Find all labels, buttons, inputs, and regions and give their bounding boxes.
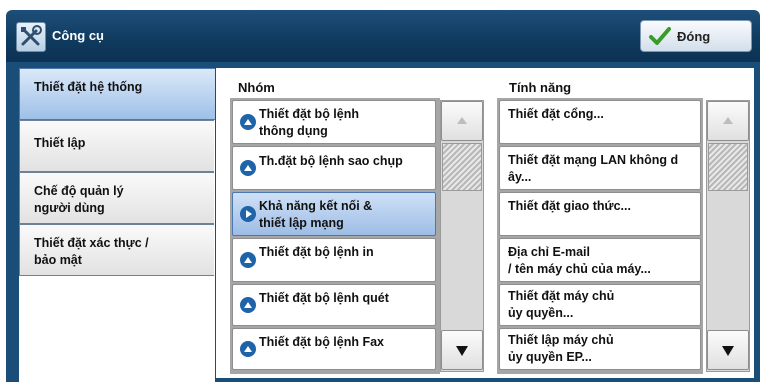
tab-label: Chế độ quản lý người dùng xyxy=(34,184,124,215)
feature-item[interactable]: Thiết đặt mạng LAN không d ây... xyxy=(499,146,701,190)
group-item-selected[interactable]: Khả năng kết nối & thiết lập mạng xyxy=(232,192,436,236)
group-item[interactable]: Thiết đặt bộ lệnh quét xyxy=(232,284,436,326)
checkmark-icon xyxy=(649,26,671,46)
feature-item-label: Địa chỉ E-mail / tên máy chủ của máy... xyxy=(508,245,651,276)
up-circle-icon xyxy=(240,114,256,130)
tab-label: Thiết đặt hệ thống xyxy=(34,80,143,94)
group-item[interactable]: Thiết đặt bộ lệnh thông dụng xyxy=(232,100,436,144)
group-item-label: Thiết đặt bộ lệnh Fax xyxy=(259,335,385,349)
group-column-header: Nhóm xyxy=(238,80,275,95)
feature-item[interactable]: Thiết đặt cổng... xyxy=(499,100,701,144)
tab-user-management[interactable]: Chế độ quản lý người dùng xyxy=(19,172,214,224)
title-bar: Công cụ Đóng xyxy=(6,10,760,62)
tab-system-settings[interactable]: Thiết đặt hệ thống xyxy=(19,68,215,120)
arrow-down-icon xyxy=(722,346,734,356)
feature-item-label: Thiết đặt giao thức... xyxy=(508,199,631,213)
feature-item[interactable]: Địa chỉ E-mail / tên máy chủ của máy... xyxy=(499,238,701,282)
right-circle-icon xyxy=(240,206,256,222)
feature-item[interactable]: Thiết đặt giao thức... xyxy=(499,192,701,236)
up-circle-icon xyxy=(240,160,256,176)
group-item-label: Th.đặt bộ lệnh sao chụp xyxy=(259,154,403,168)
up-circle-icon xyxy=(240,252,256,268)
group-item[interactable]: Th.đặt bộ lệnh sao chụp xyxy=(232,146,436,190)
group-item-label: Thiết đặt bộ lệnh quét xyxy=(259,291,389,305)
arrow-down-icon xyxy=(456,346,468,356)
close-button[interactable]: Đóng xyxy=(640,20,752,52)
tools-icon xyxy=(16,22,46,52)
tab-setup[interactable]: Thiết lập xyxy=(19,120,214,172)
feature-item[interactable]: Thiết đặt máy chủ ủy quyền... xyxy=(499,284,701,326)
tab-label: Thiết lập xyxy=(34,136,86,150)
group-item-label: Thiết đặt bộ lệnh thông dụng xyxy=(259,107,359,138)
feature-item-label: Thiết đặt cổng... xyxy=(508,107,604,121)
feature-item-label: Thiết đặt mạng LAN không d ây... xyxy=(508,153,679,184)
window-title: Công cụ xyxy=(52,28,104,43)
arrow-up-icon xyxy=(457,117,467,124)
close-button-label: Đóng xyxy=(677,29,711,44)
group-item-label: Khả năng kết nối & thiết lập mạng xyxy=(259,199,373,230)
feature-scroll-up-button[interactable] xyxy=(707,101,749,141)
tab-authentication-security[interactable]: Thiết đặt xác thực / bảo mật xyxy=(19,224,214,276)
category-tabs: Thiết đặt hệ thống Thiết lập Chế độ quản… xyxy=(19,68,215,384)
group-item-label: Thiết đặt bộ lệnh in xyxy=(259,245,374,259)
feature-item[interactable]: Thiết lập máy chủ ủy quyền EP... xyxy=(499,328,701,370)
feature-scroll-down-button[interactable] xyxy=(707,330,749,370)
group-scroll-up-button[interactable] xyxy=(441,101,483,141)
group-scroll-thumb[interactable] xyxy=(442,143,482,191)
up-circle-icon xyxy=(240,297,256,313)
group-scroll-down-button[interactable] xyxy=(441,330,483,370)
feature-column-header: Tính năng xyxy=(509,80,572,95)
feature-item-label: Thiết đặt máy chủ ủy quyền... xyxy=(508,289,615,320)
group-item[interactable]: Thiết đặt bộ lệnh Fax xyxy=(232,328,436,370)
group-item[interactable]: Thiết đặt bộ lệnh in xyxy=(232,238,436,282)
feature-scroll-thumb[interactable] xyxy=(708,143,748,191)
feature-item-label: Thiết lập máy chủ ủy quyền EP... xyxy=(508,333,614,364)
arrow-up-icon xyxy=(723,117,733,124)
tab-label: Thiết đặt xác thực / bảo mật xyxy=(34,236,149,267)
up-circle-icon xyxy=(240,341,256,357)
